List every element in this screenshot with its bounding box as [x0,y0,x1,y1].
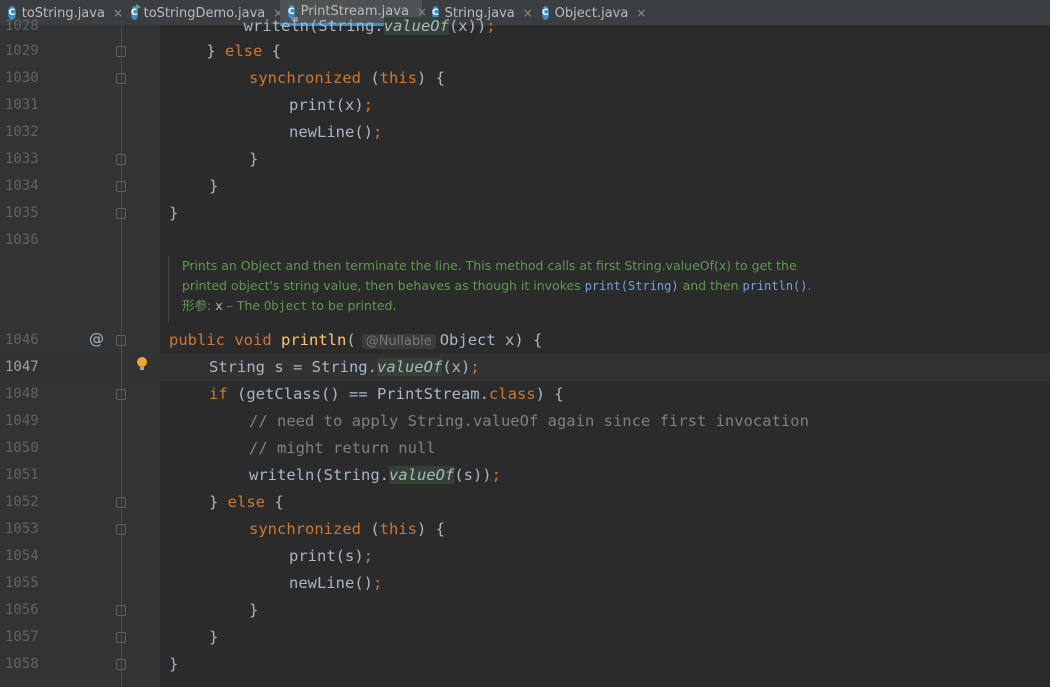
fold-marker-icon[interactable] [116,659,126,670]
code-line: newLine(); [289,574,383,592]
line-number: 1032 [5,124,39,140]
code-line: if (getClass() == PrintStream.class) { [209,385,564,403]
fold-marker-icon[interactable] [116,389,126,400]
code-line: print(x); [289,96,373,114]
line-number: 1048 [5,386,39,402]
javadoc-line: Prints an Object and then terminate the … [182,258,797,273]
tab-object-java[interactable]: C Object.java × [534,0,646,26]
line-number: 1054 [5,548,39,564]
code-line: } else { [169,42,281,60]
code-line: } [169,204,179,222]
fold-marker-icon[interactable] [116,335,126,346]
code-line: } [209,628,219,646]
code-line: } [249,601,259,619]
code-line: writeln(String.valueOf(x)); [169,17,496,35]
line-number: 1033 [5,151,39,167]
line-number: 1036 [5,232,39,248]
fold-marker-icon[interactable] [116,605,126,616]
runnable-class-icon: C [131,4,141,20]
close-icon[interactable]: × [523,6,533,20]
code-line: print(s); [289,547,373,565]
line-number: 1056 [5,602,39,618]
code-line: writeln(String.valueOf(s)); [249,466,501,484]
javadoc-link[interactable]: print(String) [585,279,679,293]
fold-marker-icon[interactable] [116,497,126,508]
javadoc-line: printed object's string value, then beha… [182,278,812,293]
line-number: 1050 [5,440,39,456]
line-number: 1035 [5,205,39,221]
fold-marker-icon[interactable] [116,73,126,84]
inlay-hint-nullable: @Nullable [361,334,436,349]
line-number: 1049 [5,413,39,429]
line-number: 1052 [5,494,39,510]
override-marker-icon[interactable]: @ [89,330,104,348]
code-line: newLine(); [289,123,383,141]
line-number: 1046 [5,332,39,348]
class-c-icon: C [542,6,549,20]
fold-marker-icon[interactable] [116,632,126,643]
line-number: 1058 [5,656,39,672]
line-number: 1030 [5,70,39,86]
fold-guide [121,26,122,687]
javadoc-link[interactable]: println() [742,279,807,293]
code-editor[interactable]: 1028 1029 1030 1031 1032 1033 1034 1035 … [0,17,1050,687]
code-line: } else { [209,493,284,511]
code-line: } [169,655,179,673]
line-number-current: 1047 [5,359,39,375]
fold-marker-icon[interactable] [116,154,126,165]
current-line-highlight [0,354,1050,381]
line-number: 1029 [5,43,39,59]
line-number: 1031 [5,97,39,113]
code-line-current: String s = String.valueOf(x); [209,358,480,376]
close-icon[interactable]: × [113,6,123,20]
code-line: synchronized (this) { [249,520,445,538]
line-number: 1053 [5,521,39,537]
code-comment: // might return null [249,439,436,457]
code-line: } [249,150,259,168]
fold-marker-icon[interactable] [116,46,126,57]
close-icon[interactable]: × [636,6,646,20]
tab-label: Object.java [554,5,629,21]
code-line: synchronized (this) { [249,69,445,87]
fold-marker-icon[interactable] [116,181,126,192]
line-number: 1051 [5,467,39,483]
line-number: 1057 [5,629,39,645]
fold-marker-icon[interactable] [116,524,126,535]
line-number: 1055 [5,575,39,591]
javadoc-param: 形参: x – The Object to be printed. [182,298,397,313]
code-line: } [209,177,219,195]
line-number: 1028 [5,18,39,34]
code-line-method-signature: public void println(@Nullable Object x) { [169,331,543,349]
rendered-javadoc[interactable]: Prints an Object and then terminate the … [168,256,1028,322]
code-comment: // need to apply String.valueOf again si… [249,412,809,430]
fold-marker-icon[interactable] [116,208,126,219]
line-number: 1034 [5,178,39,194]
editor-tab-bar: C toString.java × C toStringDemo.java × … [0,0,1050,26]
lightbulb-icon[interactable] [137,357,147,370]
